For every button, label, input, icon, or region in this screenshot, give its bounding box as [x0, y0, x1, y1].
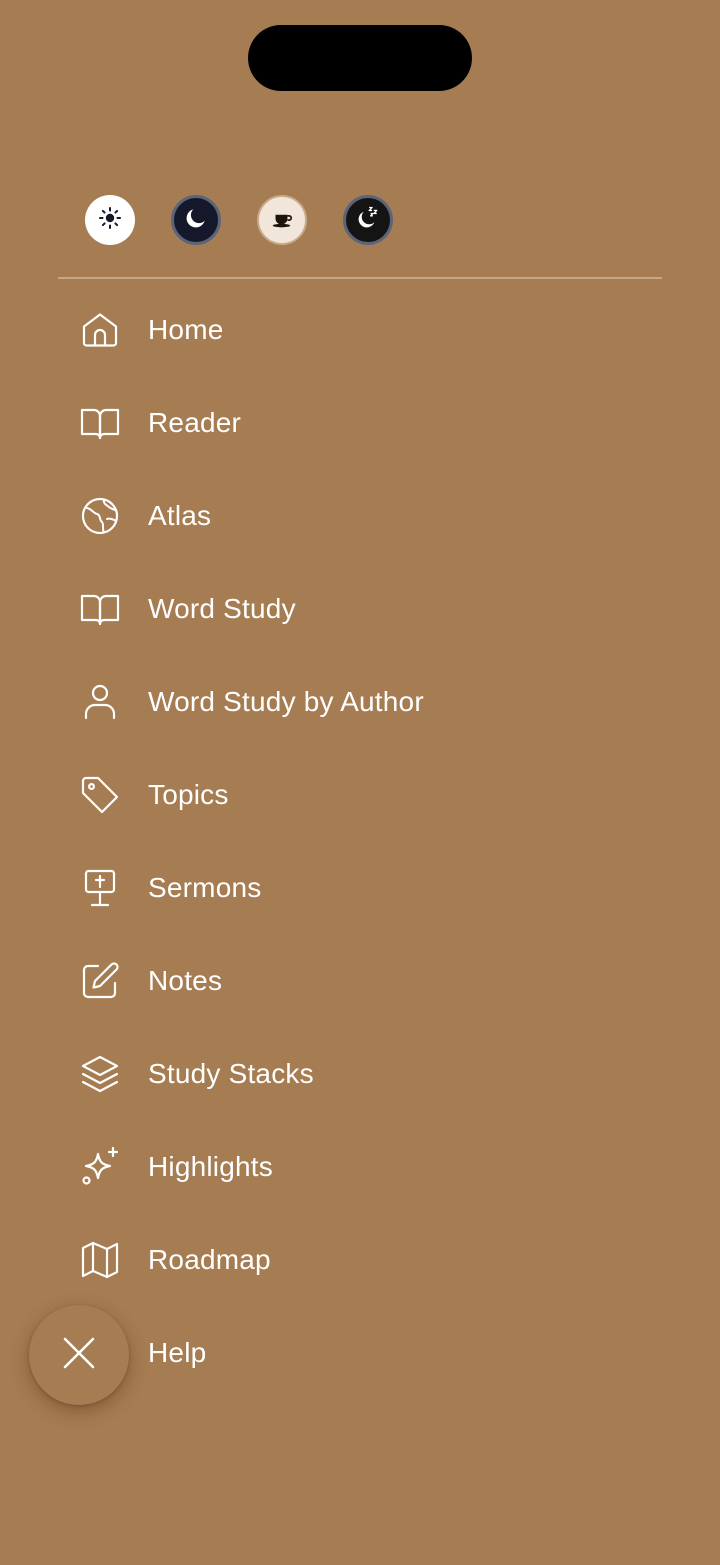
theme-dark-button[interactable] [171, 195, 221, 245]
menu-item-label: Roadmap [148, 1243, 271, 1275]
theme-selector [85, 195, 393, 245]
nav-menu: Home Reader Atlas Word Study Word Study … [78, 283, 424, 1399]
theme-sepia-button[interactable] [257, 195, 307, 245]
edit-note-icon [78, 959, 122, 1003]
moon-zzz-icon [354, 204, 382, 237]
menu-item-study-stacks[interactable]: Study Stacks [78, 1027, 424, 1120]
menu-item-sermons[interactable]: Sermons [78, 841, 424, 934]
menu-item-reader[interactable]: Reader [78, 376, 424, 469]
menu-item-word-study[interactable]: Word Study [78, 562, 424, 655]
close-menu-button[interactable] [29, 1305, 129, 1405]
dynamic-island [248, 25, 472, 91]
open-book-icon [78, 401, 122, 445]
menu-item-label: Notes [148, 964, 223, 996]
globe-icon [78, 494, 122, 538]
menu-item-word-study-by-author[interactable]: Word Study by Author [78, 655, 424, 748]
coffee-cup-icon [269, 205, 295, 236]
menu-item-notes[interactable]: Notes [78, 934, 424, 1027]
menu-item-label: Topics [148, 778, 229, 810]
moon-icon [183, 205, 209, 236]
menu-item-help[interactable]: Help [78, 1306, 424, 1399]
map-icon [78, 1238, 122, 1282]
menu-item-label: Highlights [148, 1150, 273, 1182]
menu-item-topics[interactable]: Topics [78, 748, 424, 841]
sparkles-icon [78, 1145, 122, 1189]
menu-item-label: Home [148, 313, 224, 345]
menu-item-roadmap[interactable]: Roadmap [78, 1213, 424, 1306]
user-icon [78, 680, 122, 724]
menu-item-label: Help [148, 1336, 207, 1368]
menu-item-highlights[interactable]: Highlights [78, 1120, 424, 1213]
layers-icon [78, 1052, 122, 1096]
menu-item-label: Atlas [148, 499, 212, 531]
menu-item-label: Reader [148, 406, 242, 438]
menu-item-label: Word Study by Author [148, 685, 424, 717]
menu-item-label: Word Study [148, 592, 296, 624]
menu-item-home[interactable]: Home [78, 283, 424, 376]
menu-item-label: Sermons [148, 871, 262, 903]
theme-night-button[interactable] [343, 195, 393, 245]
menu-divider [58, 277, 662, 279]
pulpit-icon [78, 866, 122, 910]
theme-light-button[interactable] [85, 195, 135, 245]
sun-icon [98, 206, 122, 235]
menu-item-atlas[interactable]: Atlas [78, 469, 424, 562]
open-book-icon [78, 587, 122, 631]
menu-item-label: Study Stacks [148, 1057, 314, 1089]
close-icon [59, 1333, 99, 1378]
home-icon [78, 308, 122, 352]
tag-icon [78, 773, 122, 817]
